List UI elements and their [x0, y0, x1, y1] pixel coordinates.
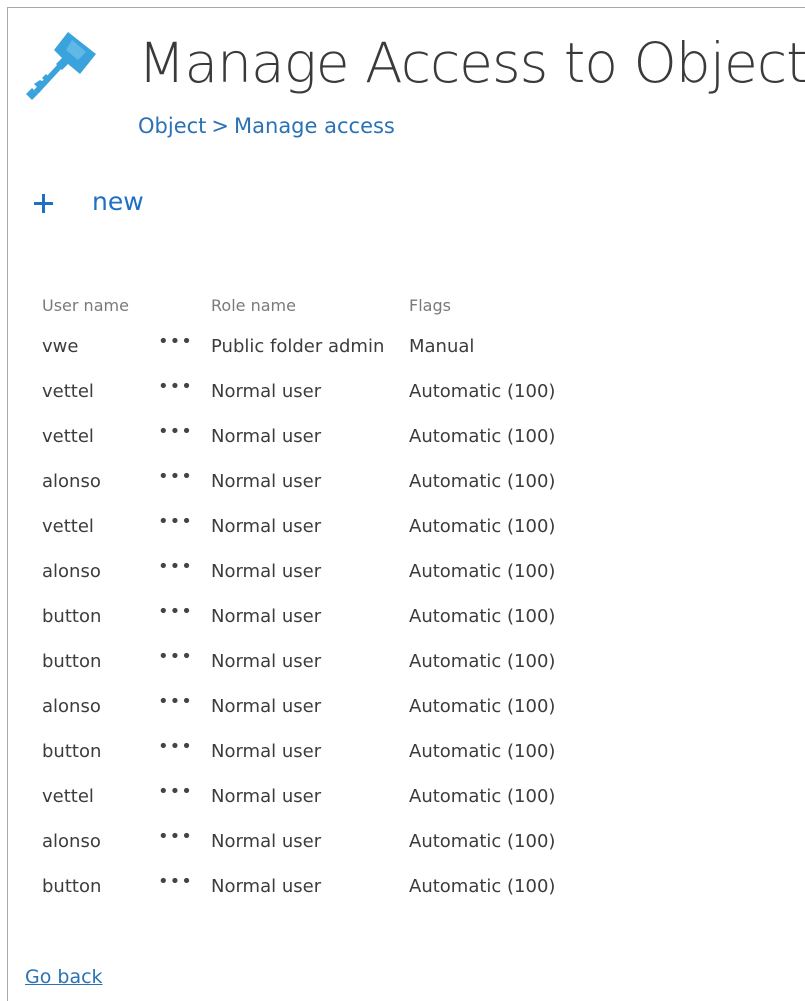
role-name-cell: Normal user: [211, 831, 322, 852]
user-name-cell: button: [42, 606, 102, 627]
flags-cell: Automatic (100): [409, 606, 556, 627]
row-menu-cell: •••: [158, 864, 211, 909]
breadcrumb-object-link[interactable]: Object: [138, 114, 206, 138]
ellipsis-icon[interactable]: •••: [158, 781, 193, 802]
flags-cell: Automatic (100): [409, 696, 556, 717]
table-row[interactable]: alonso ••• Normal user Automatic (100): [42, 684, 609, 729]
flags-cell: Automatic (100): [409, 876, 556, 897]
flags-cell: Automatic (100): [409, 741, 556, 762]
column-header-flags: Flags: [409, 295, 451, 315]
table-header-row: User name Role name Flags: [42, 286, 609, 324]
user-name-cell: vettel: [42, 786, 94, 807]
access-table: User name Role name Flags vwe ••• Public f…: [42, 286, 609, 909]
go-back-link[interactable]: Go back: [25, 966, 103, 988]
breadcrumb-separator: >: [211, 114, 230, 138]
column-header-user-name: User name: [42, 295, 129, 315]
role-name-cell: Normal user: [211, 606, 322, 627]
role-name-cell: Normal user: [211, 696, 322, 717]
flags-cell: Manual: [409, 336, 475, 357]
ellipsis-icon[interactable]: •••: [158, 556, 193, 577]
role-name-cell: Normal user: [211, 786, 322, 807]
user-name-cell: alonso: [42, 831, 101, 852]
plus-icon[interactable]: [32, 192, 54, 214]
table-row[interactable]: alonso ••• Normal user Automatic (100): [42, 459, 609, 504]
role-name-cell: Normal user: [211, 426, 322, 447]
ellipsis-icon[interactable]: •••: [158, 601, 193, 622]
table-row[interactable]: alonso ••• Normal user Automatic (100): [42, 819, 609, 864]
user-name-cell: button: [42, 876, 102, 897]
user-name-cell: vettel: [42, 516, 94, 537]
row-menu-cell: •••: [158, 639, 211, 684]
ellipsis-icon[interactable]: •••: [158, 466, 193, 487]
flags-cell: Automatic (100): [409, 516, 556, 537]
user-name-cell: vettel: [42, 381, 94, 402]
flags-cell: Automatic (100): [409, 426, 556, 447]
ellipsis-icon[interactable]: •••: [158, 331, 193, 352]
ellipsis-icon[interactable]: •••: [158, 511, 193, 532]
ellipsis-icon[interactable]: •••: [158, 691, 193, 712]
row-menu-cell: •••: [158, 504, 211, 549]
table-row[interactable]: alonso ••• Normal user Automatic (100): [42, 549, 609, 594]
table-row[interactable]: vettel ••• Normal user Automatic (100): [42, 504, 609, 549]
row-menu-cell: •••: [158, 414, 211, 459]
row-menu-cell: •••: [158, 459, 211, 504]
table-row[interactable]: vettel ••• Normal user Automatic (100): [42, 414, 609, 459]
table-row[interactable]: button ••• Normal user Automatic (100): [42, 594, 609, 639]
row-menu-cell: •••: [158, 729, 211, 774]
user-name-cell: alonso: [42, 696, 101, 717]
user-name-cell: vettel: [42, 426, 94, 447]
table-row[interactable]: button ••• Normal user Automatic (100): [42, 729, 609, 774]
role-name-cell: Normal user: [211, 516, 322, 537]
role-name-cell: Public folder admin: [211, 336, 385, 357]
table-row[interactable]: vwe ••• Public folder admin Manual: [42, 324, 609, 369]
column-header-menu: [158, 286, 211, 324]
flags-cell: Automatic (100): [409, 561, 556, 582]
row-menu-cell: •••: [158, 819, 211, 864]
role-name-cell: Normal user: [211, 561, 322, 582]
user-name-cell: vwe: [42, 336, 79, 357]
ellipsis-icon[interactable]: •••: [158, 376, 193, 397]
row-menu-cell: •••: [158, 324, 211, 369]
ellipsis-icon[interactable]: •••: [158, 826, 193, 847]
role-name-cell: Normal user: [211, 381, 322, 402]
column-header-role-name: Role name: [211, 295, 296, 315]
role-name-cell: Normal user: [211, 876, 322, 897]
table-row[interactable]: vettel ••• Normal user Automatic (100): [42, 774, 609, 819]
row-menu-cell: •••: [158, 684, 211, 729]
table-row[interactable]: vettel ••• Normal user Automatic (100): [42, 369, 609, 414]
key-icon: [26, 32, 96, 100]
user-name-cell: button: [42, 741, 102, 762]
ellipsis-icon[interactable]: •••: [158, 646, 193, 667]
role-name-cell: Normal user: [211, 471, 322, 492]
user-name-cell: alonso: [42, 471, 101, 492]
user-name-cell: button: [42, 651, 102, 672]
table-row[interactable]: button ••• Normal user Automatic (100): [42, 639, 609, 684]
role-name-cell: Normal user: [211, 651, 322, 672]
ellipsis-icon[interactable]: •••: [158, 871, 193, 892]
flags-cell: Automatic (100): [409, 471, 556, 492]
ellipsis-icon[interactable]: •••: [158, 421, 193, 442]
flags-cell: Automatic (100): [409, 786, 556, 807]
user-name-cell: alonso: [42, 561, 101, 582]
role-name-cell: Normal user: [211, 741, 322, 762]
breadcrumb-current: Manage access: [234, 114, 395, 138]
ellipsis-icon[interactable]: •••: [158, 736, 193, 757]
breadcrumb: Object > Manage access: [138, 114, 395, 138]
row-menu-cell: •••: [158, 549, 211, 594]
flags-cell: Automatic (100): [409, 381, 556, 402]
new-label[interactable]: new: [92, 189, 144, 214]
new-button[interactable]: new: [32, 189, 144, 215]
row-menu-cell: •••: [158, 594, 211, 639]
row-menu-cell: •••: [158, 369, 211, 414]
flags-cell: Automatic (100): [409, 651, 556, 672]
page-title: Manage Access to Object: [138, 31, 805, 95]
row-menu-cell: •••: [158, 774, 211, 819]
table-row[interactable]: button ••• Normal user Automatic (100): [42, 864, 609, 909]
flags-cell: Automatic (100): [409, 831, 556, 852]
